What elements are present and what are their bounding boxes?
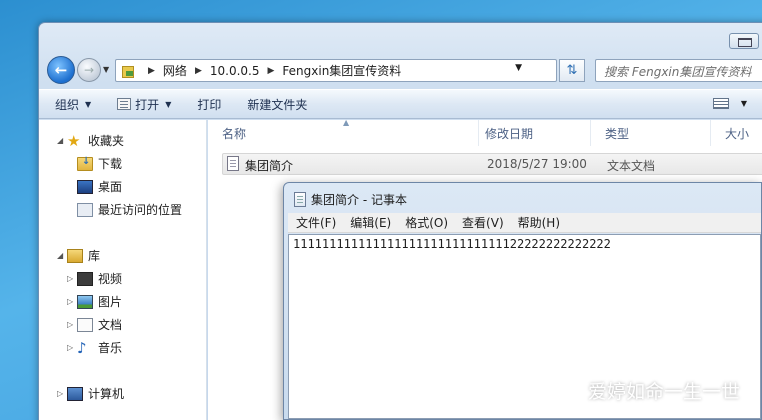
nav-label: 收藏夹 xyxy=(88,134,125,148)
menu-help[interactable]: 帮助(H) xyxy=(518,214,560,231)
column-header-name[interactable]: 名称 xyxy=(208,120,479,146)
organize-label: 组织 xyxy=(55,97,80,112)
expand-arrow-icon[interactable]: ◢ xyxy=(57,251,67,260)
nav-label: 桌面 xyxy=(98,180,123,194)
nav-label: 最近访问的位置 xyxy=(98,203,183,217)
open-button[interactable]: 打开 ▼ xyxy=(117,96,171,113)
watermark-text: 爱婷如命一生一世 xyxy=(587,381,740,403)
column-header-size[interactable]: 大小 xyxy=(711,120,762,146)
chevron-down-icon[interactable]: ▼ xyxy=(515,63,522,73)
new-folder-button[interactable]: 新建文件夹 xyxy=(247,96,307,113)
menu-view[interactable]: 查看(V) xyxy=(462,214,504,231)
recent-places-icon xyxy=(77,202,93,217)
refresh-button[interactable]: ⇅ xyxy=(559,59,585,82)
music-note-icon: ♪ xyxy=(77,338,87,357)
nav-item-computer[interactable]: ▷ 计算机 xyxy=(57,385,124,402)
maximize-button[interactable] xyxy=(729,33,759,49)
file-name: 集团简介 xyxy=(245,159,294,173)
column-header-label: 修改日期 xyxy=(485,126,534,141)
explorer-title-bar[interactable] xyxy=(39,23,762,47)
nav-label: 计算机 xyxy=(88,387,125,401)
window-title: 集团简介 - 记事本 xyxy=(311,193,407,207)
nav-label: 下载 xyxy=(98,157,123,171)
expand-arrow-icon[interactable]: ▷ xyxy=(67,297,77,306)
recent-pages-dropdown[interactable]: ▼ xyxy=(103,65,109,74)
column-header-label: 大小 xyxy=(725,126,750,141)
pictures-icon xyxy=(77,294,93,309)
menu-format[interactable]: 格式(O) xyxy=(405,214,448,231)
star-icon: ★ xyxy=(67,131,81,150)
expand-arrow-icon[interactable]: ▷ xyxy=(67,274,77,283)
print-label: 打印 xyxy=(197,97,222,112)
watermark: 爱婷如命一生一世 xyxy=(555,377,740,404)
nav-item-pictures[interactable]: ▷ 图片 xyxy=(67,293,122,310)
breadcrumb-separator-icon[interactable]: ▶ xyxy=(148,66,155,76)
menu-edit[interactable]: 编辑(E) xyxy=(350,214,391,231)
computer-icon xyxy=(67,386,83,401)
downloads-folder-icon xyxy=(77,156,93,171)
videos-icon xyxy=(77,271,93,286)
file-type: 文本文档 xyxy=(607,159,656,173)
notepad-title-bar[interactable]: 集团简介 - 记事本 xyxy=(294,191,407,208)
nav-label: 视频 xyxy=(98,272,123,286)
menu-bar: 文件(F) 编辑(E) 格式(O) 查看(V) 帮助(H) xyxy=(288,213,761,233)
column-header-label: 类型 xyxy=(605,126,630,141)
breadcrumb-network[interactable]: 网络 xyxy=(163,62,187,79)
network-folder-icon xyxy=(120,64,136,78)
search-input[interactable]: 搜索 Fengxin集团宣传资料 xyxy=(595,59,762,82)
open-icon xyxy=(117,98,132,110)
nav-item-recent-places[interactable]: 最近访问的位置 xyxy=(77,201,182,218)
nav-label: 文档 xyxy=(98,318,123,332)
expand-arrow-icon[interactable]: ▷ xyxy=(57,389,67,398)
nav-item-downloads[interactable]: 下载 xyxy=(77,155,122,172)
organize-button[interactable]: 组织 ▼ xyxy=(55,96,91,113)
expand-arrow-icon[interactable]: ▷ xyxy=(67,343,77,352)
breadcrumb-separator-icon[interactable]: ▶ xyxy=(267,66,274,76)
command-bar: 组织 ▼ 打开 ▼ 打印 新建文件夹 ▼ xyxy=(39,89,762,119)
wechat-logo-icon xyxy=(555,380,583,402)
chevron-down-icon: ▼ xyxy=(740,99,747,108)
notepad-icon xyxy=(294,192,306,207)
menu-file[interactable]: 文件(F) xyxy=(296,214,336,231)
new-folder-label: 新建文件夹 xyxy=(247,97,308,112)
print-button[interactable]: 打印 xyxy=(197,96,221,113)
change-view-button[interactable]: ▼ xyxy=(712,98,747,109)
breadcrumb-folder[interactable]: Fengxin集团宣传资料 xyxy=(282,62,401,79)
nav-item-videos[interactable]: ▷ 视频 xyxy=(67,270,122,287)
column-header-type[interactable]: 类型 xyxy=(591,120,711,146)
address-bar[interactable]: ▶ 网络 ▶ 10.0.0.5 ▶ Fengxin集团宣传资料 ▼ xyxy=(115,59,557,82)
navigation-bar: ← → ▼ ▶ 网络 ▶ 10.0.0.5 ▶ Fengxin集团宣传资料 ▼ … xyxy=(47,56,762,84)
expand-arrow-icon[interactable]: ◢ xyxy=(57,136,67,145)
nav-label: 图片 xyxy=(98,295,123,309)
nav-label: 库 xyxy=(88,249,101,263)
view-options-icon xyxy=(712,98,729,109)
documents-icon xyxy=(77,317,93,332)
nav-item-favorites[interactable]: ◢ ★ 收藏夹 xyxy=(57,132,124,149)
table-row[interactable]: 集团简介 2018/5/27 19:00 文本文档 xyxy=(222,153,762,175)
nav-item-desktop[interactable]: 桌面 xyxy=(77,178,122,195)
open-label: 打开 xyxy=(135,97,160,112)
chevron-down-icon: ▼ xyxy=(85,99,92,109)
file-modified: 2018/5/27 19:00 xyxy=(487,157,587,171)
desktop-icon xyxy=(77,179,93,194)
navigation-pane: ◢ ★ 收藏夹 下载 桌面 最近访问的位置 ◢ 库 ▷ 视频 ▷ xyxy=(39,120,207,420)
text-file-icon xyxy=(227,156,239,171)
nav-item-music[interactable]: ▷ ♪ 音乐 xyxy=(67,339,122,356)
column-header-modified[interactable]: 修改日期 xyxy=(471,120,591,146)
breadcrumb-separator-icon[interactable]: ▶ xyxy=(195,66,202,76)
expand-arrow-icon[interactable]: ▷ xyxy=(67,320,77,329)
nav-label: 音乐 xyxy=(98,341,123,355)
back-button[interactable]: ← xyxy=(47,56,75,84)
column-header-label: 名称 xyxy=(222,126,247,141)
nav-item-libraries[interactable]: ◢ 库 xyxy=(57,247,100,264)
forward-button[interactable]: → xyxy=(77,58,101,82)
nav-item-documents[interactable]: ▷ 文档 xyxy=(67,316,122,333)
breadcrumb-host[interactable]: 10.0.0.5 xyxy=(210,64,260,78)
chevron-down-icon: ▼ xyxy=(165,99,172,109)
libraries-icon xyxy=(67,248,83,263)
